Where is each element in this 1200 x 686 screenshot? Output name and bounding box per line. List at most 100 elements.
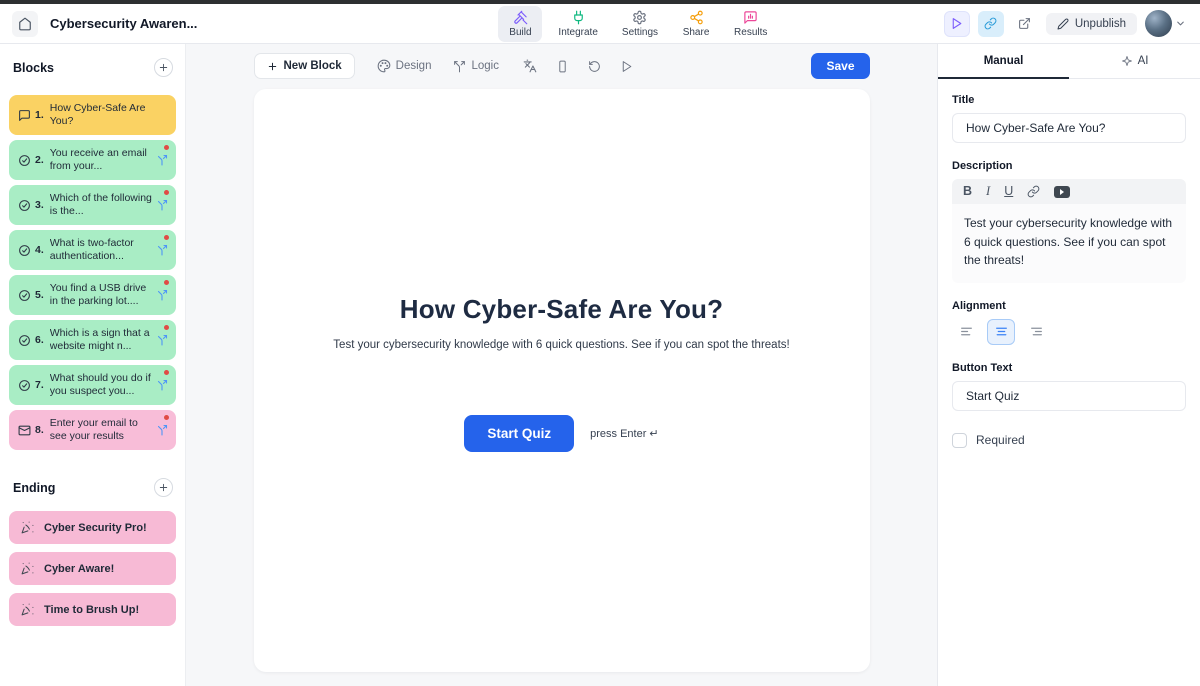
copy-link-button[interactable] xyxy=(978,11,1004,37)
description-editor: B I U Test your cybersecurity knowledge … xyxy=(952,179,1186,283)
tab-ai[interactable]: AI xyxy=(1069,44,1200,78)
block-title: How Cyber-Safe Are You? xyxy=(50,102,168,128)
mobile-preview-icon[interactable] xyxy=(556,60,569,73)
design-button[interactable]: Design xyxy=(377,59,432,73)
ending-item-1[interactable]: Cyber Security Pro! xyxy=(9,511,176,544)
block-item-7[interactable]: 7.What should you do if you suspect you.… xyxy=(9,365,176,405)
title-input[interactable] xyxy=(952,113,1186,143)
question-description: Test your cybersecurity knowledge with 6… xyxy=(312,339,812,351)
play-icon xyxy=(950,17,963,30)
play-outline-icon[interactable] xyxy=(620,60,633,73)
nav-tab-build[interactable]: Build xyxy=(498,6,542,42)
logic-branch-icon[interactable] xyxy=(156,424,168,436)
youtube-embed-button[interactable] xyxy=(1054,186,1070,198)
required-dot xyxy=(164,415,169,420)
ending-item-2[interactable]: Cyber Aware! xyxy=(9,552,176,585)
account-menu[interactable] xyxy=(1145,10,1186,37)
button-text-input[interactable] xyxy=(952,381,1186,411)
check-circle-icon xyxy=(18,154,31,167)
block-number: 5. xyxy=(35,289,44,301)
block-item-2[interactable]: 2.You receive an email from your... xyxy=(9,140,176,180)
block-number: 6. xyxy=(35,334,44,346)
required-checkbox[interactable] xyxy=(952,433,967,448)
add-ending-button[interactable] xyxy=(154,478,173,497)
plus-icon xyxy=(158,62,169,73)
party-popper-icon xyxy=(21,603,34,616)
logic-button[interactable]: Logic xyxy=(453,60,499,73)
underline-button[interactable]: U xyxy=(1004,185,1013,198)
translate-icon[interactable] xyxy=(523,59,537,73)
insert-link-button[interactable] xyxy=(1027,185,1040,198)
logic-branch-icon[interactable] xyxy=(156,154,168,166)
block-number: 3. xyxy=(35,199,44,211)
block-item-8[interactable]: 8.Enter your email to see your results xyxy=(9,410,176,450)
logic-branch-icon[interactable] xyxy=(156,379,168,391)
block-number: 4. xyxy=(35,244,44,256)
add-block-button[interactable] xyxy=(154,58,173,77)
blocks-sidebar: Blocks 1.How Cyber-Safe Are You?2.You re… xyxy=(0,44,186,686)
preview-button[interactable] xyxy=(944,11,970,37)
block-item-5[interactable]: 5.You find a USB drive in the parking lo… xyxy=(9,275,176,315)
history-icon[interactable] xyxy=(588,60,601,73)
form-preview-card: How Cyber-Safe Are You? Test your cybers… xyxy=(254,89,870,672)
nav-tab-label: Integrate xyxy=(558,27,597,38)
logic-branch-icon[interactable] xyxy=(156,244,168,256)
block-title: Which is a sign that a website might n..… xyxy=(50,327,153,353)
check-circle-icon xyxy=(18,289,31,302)
check-circle-icon xyxy=(18,379,31,392)
hammer-icon xyxy=(513,10,528,25)
block-title: What is two-factor authentication... xyxy=(50,237,153,263)
nav-tab-settings[interactable]: Settings xyxy=(614,6,666,42)
align-left-button[interactable] xyxy=(952,319,980,345)
nav-tab-label: Results xyxy=(734,27,767,38)
main-nav: Build Integrate SettingsShare Results xyxy=(330,6,944,42)
form-title: Cybersecurity Awaren... xyxy=(50,16,197,31)
required-toggle[interactable]: Required xyxy=(952,433,1186,448)
press-enter-hint: press Enter ↵ xyxy=(590,427,659,440)
nav-tab-results[interactable]: Results xyxy=(726,6,775,42)
ending-item-3[interactable]: Time to Brush Up! xyxy=(9,593,176,626)
envelope-icon xyxy=(18,424,31,437)
sparkle-icon xyxy=(1121,55,1133,67)
required-dot xyxy=(164,370,169,375)
unpublish-button[interactable]: Unpublish xyxy=(1046,13,1137,35)
branch-icon xyxy=(453,60,466,73)
required-dot xyxy=(164,190,169,195)
block-item-3[interactable]: 3.Which of the following is the... xyxy=(9,185,176,225)
description-textarea[interactable]: Test your cybersecurity knowledge with 6… xyxy=(952,204,1186,283)
align-right-button[interactable] xyxy=(1022,319,1050,345)
chart-bubble-icon xyxy=(743,10,758,25)
logic-branch-icon[interactable] xyxy=(156,334,168,346)
logic-branch-icon[interactable] xyxy=(156,289,168,301)
nav-tab-label: Build xyxy=(509,27,531,38)
nav-tab-integrate[interactable]: Integrate xyxy=(550,6,605,42)
block-number: 1. xyxy=(35,109,44,121)
block-item-4[interactable]: 4. What is two-factor authentication... xyxy=(9,230,176,270)
tab-manual[interactable]: Manual xyxy=(938,44,1069,78)
question-title: How Cyber-Safe Are You? xyxy=(312,294,812,325)
italic-button[interactable]: I xyxy=(986,185,990,198)
bold-button[interactable]: B xyxy=(963,185,972,198)
chevron-down-icon xyxy=(1175,18,1186,29)
description-format-toolbar: B I U xyxy=(952,179,1186,204)
home-button[interactable] xyxy=(12,11,38,37)
palette-icon xyxy=(377,59,391,73)
design-label: Design xyxy=(396,60,432,72)
check-circle-icon xyxy=(18,244,31,257)
block-item-1[interactable]: 1. How Cyber-Safe Are You? xyxy=(9,95,176,135)
ending-section-title: Ending xyxy=(13,481,55,495)
party-popper-icon xyxy=(21,562,34,575)
logic-branch-icon[interactable] xyxy=(156,199,168,211)
ending-title: Time to Brush Up! xyxy=(44,604,139,616)
block-number: 2. xyxy=(35,154,44,166)
open-link-button[interactable] xyxy=(1012,11,1038,37)
start-quiz-button[interactable]: Start Quiz xyxy=(464,415,574,452)
youtube-icon xyxy=(1060,189,1064,195)
save-button[interactable]: Save xyxy=(811,53,869,79)
new-block-button[interactable]: New Block xyxy=(254,53,355,79)
ending-title: Cyber Security Pro! xyxy=(44,522,147,534)
nav-tab-share[interactable]: Share xyxy=(674,6,718,42)
block-item-6[interactable]: 6. Which is a sign that a website might n… xyxy=(9,320,176,360)
align-center-button[interactable] xyxy=(987,319,1015,345)
plug-icon xyxy=(571,10,586,25)
